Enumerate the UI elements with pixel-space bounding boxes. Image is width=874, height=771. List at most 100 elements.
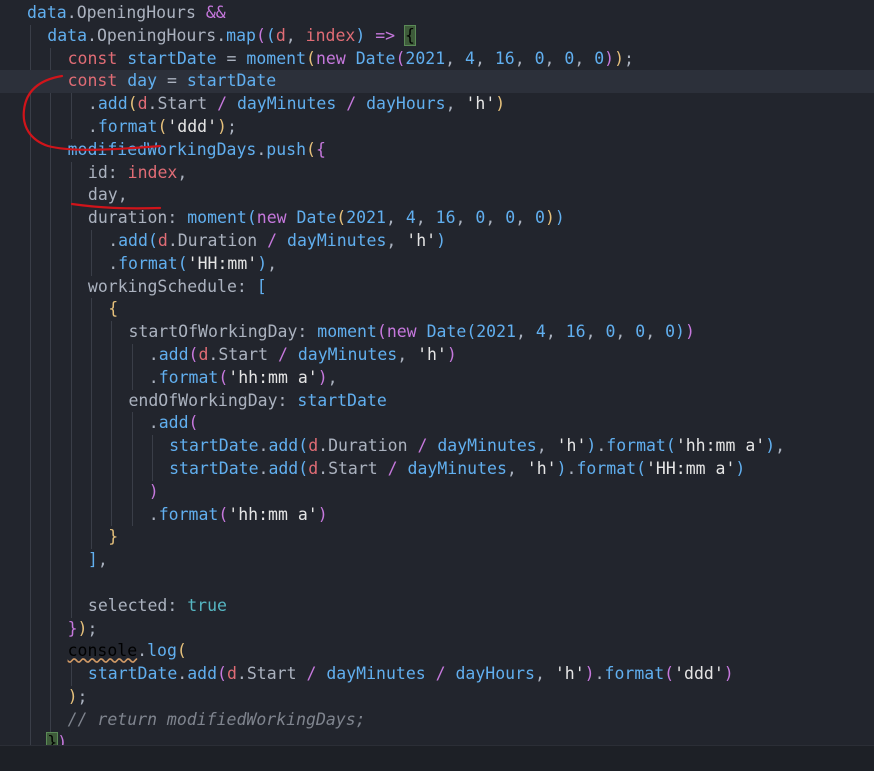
code-token: . — [258, 436, 269, 456]
code-token: ) — [675, 322, 685, 342]
code-editor[interactable]: data.OpeningHours && data.OpeningHours.ma… — [0, 0, 874, 745]
code-token: 'HH:mm' — [187, 253, 258, 273]
code-token: d — [198, 345, 209, 364]
code-line[interactable]: startDate.add(d.Start / dayMinutes, 'h')… — [0, 458, 874, 481]
code-token: ( — [376, 322, 387, 342]
code-line[interactable]: const startDate = moment(new Date(2021, … — [0, 48, 874, 71]
code-token: index — [127, 162, 178, 182]
code-token: Start — [218, 345, 269, 364]
code-token: 2021 — [346, 208, 386, 228]
code-token: Start — [246, 664, 297, 684]
code-line[interactable]: startDate.add(d.Start / dayMinutes / day… — [0, 663, 874, 686]
code-token: ( — [147, 231, 158, 250]
code-token: add — [118, 231, 148, 250]
status-bar — [0, 745, 874, 771]
code-line[interactable]: endOfWorkingDay: startDate — [0, 390, 874, 413]
code-line[interactable]: startDate.add(d.Duration / dayMinutes, '… — [0, 435, 874, 458]
code-token: : — [167, 595, 188, 615]
code-token: day — [127, 71, 158, 91]
code-token: , — [536, 436, 557, 456]
code-token: workingSchedule — [87, 276, 237, 296]
code-token: 'h' — [554, 664, 585, 684]
code-token: , — [615, 322, 636, 342]
code-token: 0 — [534, 48, 545, 68]
code-token: , — [445, 48, 466, 68]
code-token: . — [318, 459, 329, 478]
code-line[interactable]: ); — [0, 686, 874, 709]
code-line[interactable]: .format('hh:mm a') — [0, 504, 874, 527]
code-token: : — [297, 322, 318, 342]
code-token: Duration — [177, 231, 258, 250]
code-token: . — [67, 732, 78, 745]
code-token: = — [157, 71, 187, 91]
code-token: ) — [604, 48, 615, 68]
code-token: ( — [217, 664, 227, 684]
code-token: dayHours — [455, 664, 535, 684]
code-line[interactable]: console.log( — [0, 640, 874, 663]
code-line[interactable]: }); — [0, 618, 874, 641]
code-token: 0 — [594, 48, 605, 68]
code-token: startDate — [87, 664, 178, 684]
code-line[interactable]: .format('ddd'); — [0, 116, 874, 139]
code-line[interactable]: data.OpeningHours && — [0, 2, 874, 25]
code-token: } — [67, 618, 78, 638]
code-token: dayMinutes — [407, 459, 507, 478]
code-line[interactable]: ) — [0, 481, 874, 504]
code-line[interactable]: .add( — [0, 412, 874, 435]
code-line[interactable]: modifiedWorkingDays.push({ — [0, 139, 874, 162]
code-token: 'h' — [526, 459, 557, 478]
code-token: 'ddd' — [167, 117, 218, 136]
code-line[interactable] — [0, 572, 874, 595]
code-line[interactable]: id: index, — [0, 162, 874, 185]
code-token: 'HH:mm a' — [646, 459, 736, 478]
code-line[interactable]: // return modifiedWorkingDays; — [0, 709, 874, 732]
code-token: , — [177, 162, 188, 182]
code-line[interactable]: .add(d.Duration / dayMinutes, 'h') — [0, 230, 874, 253]
code-line[interactable]: }). — [0, 731, 874, 745]
code-line[interactable]: .format('hh:mm a'), — [0, 367, 874, 390]
code-line[interactable]: workingSchedule: [ — [0, 276, 874, 299]
code-line[interactable]: const day = startDate — [0, 70, 874, 94]
code-token: Start — [328, 459, 378, 478]
code-token: const — [67, 71, 118, 91]
code-line[interactable]: ], — [0, 549, 874, 572]
code-line[interactable]: startOfWorkingDay: moment(new Date(2021,… — [0, 321, 874, 344]
code-token: format — [576, 459, 637, 478]
code-token: 2021 — [405, 48, 446, 68]
code-token: ( — [395, 48, 406, 68]
code-token: format — [158, 367, 219, 387]
code-token: , — [544, 48, 565, 68]
code-line[interactable]: .format('HH:mm'), — [0, 253, 874, 276]
code-line[interactable]: day, — [0, 184, 874, 207]
code-token: d — [275, 25, 286, 45]
code-token: 4 — [465, 48, 475, 68]
code-token: format — [604, 664, 665, 684]
code-line[interactable]: .add(d.Start / dayMinutes / dayHours, 'h… — [0, 93, 874, 116]
code-line[interactable]: { — [0, 298, 874, 321]
code-line[interactable]: data.OpeningHours.map((d, index) => { — [0, 24, 874, 48]
code-token: duration — [87, 208, 168, 228]
code-line[interactable]: } — [0, 526, 874, 549]
code-token: { — [108, 299, 119, 319]
code-token: ) — [148, 481, 159, 501]
code-token: } — [46, 731, 59, 745]
code-token: Duration — [328, 436, 408, 456]
code-token: startDate — [297, 390, 387, 410]
code-token: / — [277, 345, 288, 364]
code-token: new — [386, 322, 417, 342]
code-token: , — [474, 48, 495, 68]
code-token: . — [148, 345, 159, 364]
code-token: 0 — [665, 322, 675, 342]
code-token: map — [226, 25, 256, 45]
code-token: moment — [246, 48, 307, 68]
code-line[interactable]: .add(d.Start / dayMinutes, 'h') — [0, 344, 874, 367]
code-token: , — [386, 231, 407, 250]
code-line[interactable]: selected: true — [0, 595, 874, 618]
code-line[interactable]: duration: moment(new Date(2021, 4, 16, 0… — [0, 207, 874, 230]
code-token: ; — [624, 48, 634, 68]
